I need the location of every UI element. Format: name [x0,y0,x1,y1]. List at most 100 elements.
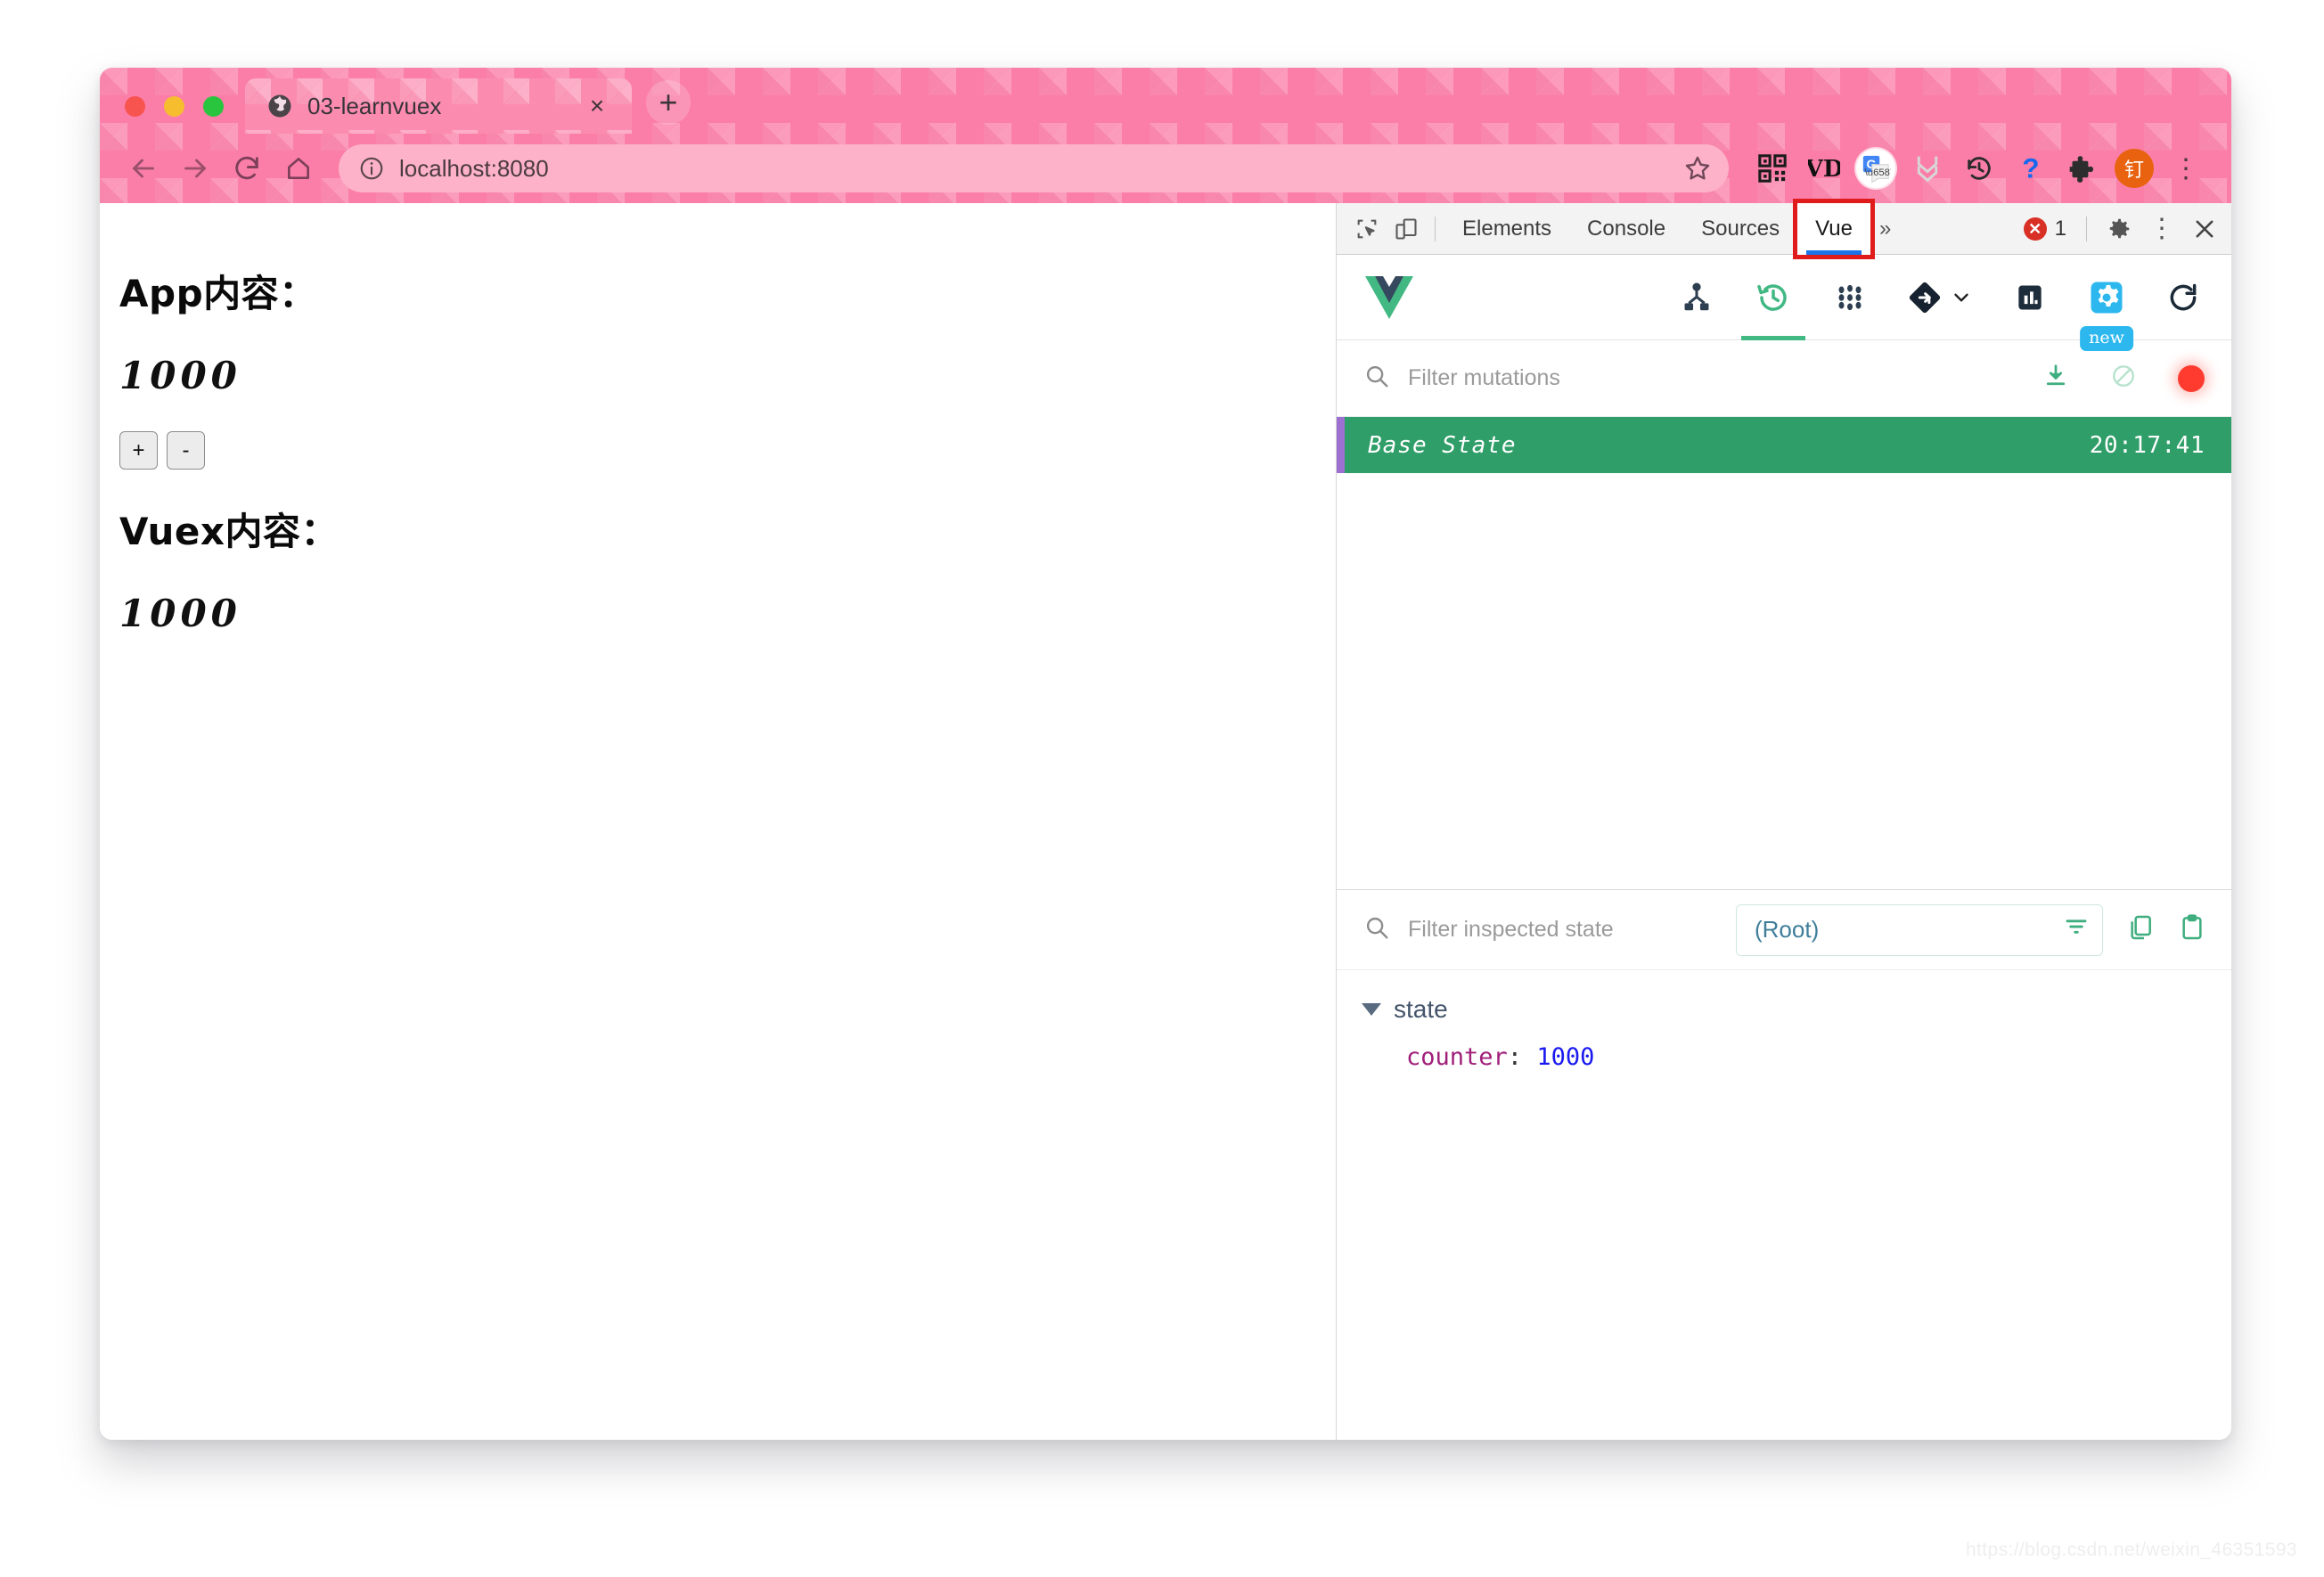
chevron-down-icon[interactable] [1362,1003,1381,1016]
browser-menu-icon[interactable]: ⋮ [2162,144,2210,192]
window-controls[interactable] [100,96,224,134]
devtools-tab-bar-actions: ✕ 1 ⋮ [2017,209,2224,249]
clear-ban-icon[interactable] [2110,363,2137,394]
reload-icon[interactable] [221,143,273,194]
state-colon: : [1507,1043,1523,1071]
web-page-viewport: App内容： 1000 + - Vuex内容： 1000 [100,203,1337,1440]
svg-text:?: ? [2022,153,2039,184]
puzzle-extensions-icon[interactable] [2058,144,2107,192]
browser-tab[interactable]: 03-learnvuex × [245,78,632,134]
vue-logo-icon [1363,274,1415,321]
inspect-element-icon[interactable] [1347,209,1387,249]
performance-chart-icon[interactable] [2005,271,2055,324]
watermark: https://blog.csdn.net/weixin_46351593 [1965,1540,2297,1560]
window-content: App内容： 1000 + - Vuex内容： 1000 Elements Co… [100,198,2231,1440]
history-clock-icon[interactable] [1955,144,2003,192]
qr-code-icon[interactable] [1748,144,1796,192]
state-inspector: Filter inspected state (Root) state coun… [1337,889,2231,1440]
gear-icon[interactable] [2099,209,2139,249]
clipboard-paste-icon[interactable] [2178,913,2206,946]
routing-icon[interactable] [1902,271,1978,324]
record-dot-icon[interactable] [2178,364,2205,392]
browser-toolbar: localhost:8080 VD G \u658 ? 钉 ⋮ [100,134,2231,203]
state-tree-root-label: state [1394,995,1448,1023]
error-count-value: 1 [2054,216,2066,241]
device-toolbar-icon[interactable] [1387,209,1426,249]
error-circle-icon: ✕ [2023,217,2047,241]
inspector-actions [2126,913,2206,946]
svg-text:\u6587: \u6587 [1865,168,1891,178]
state-value: 1000 [1536,1043,1595,1071]
mutation-name: Base State [1368,431,1517,459]
browser-chrome: 03-learnvuex × + localhost:8080 VD G \u6… [100,68,2231,203]
copy-icon[interactable] [2126,913,2155,946]
tab-strip: 03-learnvuex × + [100,68,2231,134]
google-translate-icon[interactable]: G \u6587 [1852,144,1900,192]
mutations-filter-bar: Filter mutations [1337,340,2231,417]
events-dots-icon[interactable] [1825,271,1875,324]
state-key: counter [1406,1043,1508,1071]
devtools-tab-bar: Elements Console Sources Vue » ✕ 1 ⋮ [1337,198,2231,259]
filter-lines-icon[interactable] [2063,913,2090,946]
close-icon[interactable] [2185,209,2224,249]
vd-downloader-icon[interactable]: VD [1800,144,1848,192]
state-tree-entry[interactable]: counter: 1000 [1406,1043,2231,1071]
state-tree: state counter: 1000 [1337,970,2231,1440]
forward-arrow-icon[interactable] [169,143,221,194]
vue-devtools-toolbar: new [1337,255,2231,351]
decrement-button[interactable]: - [167,431,205,470]
devtools-tab-sources[interactable]: Sources [1683,203,1797,255]
increment-button[interactable]: + [119,431,158,470]
counter-buttons: + - [119,431,1336,470]
dingtalk-icon[interactable]: 钉 [2110,144,2158,192]
search-icon [1363,363,1390,394]
inspector-scope-select[interactable]: (Root) [1736,903,2103,956]
mutations-list: Base State 20:17:41 [1337,417,2231,889]
devtools-tab-vue[interactable]: Vue [1793,198,1875,259]
components-tree-icon[interactable] [1672,271,1722,324]
actions-divider [2086,216,2087,241]
address-bar-url: localhost:8080 [399,154,549,182]
info-circle-icon[interactable] [358,155,385,182]
mutation-timestamp: 20:17:41 [2089,431,2205,459]
vuex-counter-value: 1000 [119,592,241,635]
globe-icon [266,93,293,119]
chevron-double-down-icon[interactable] [1903,144,1952,192]
inspector-scope-value: (Root) [1755,916,1820,943]
vuex-heading: Vuex内容： [119,510,339,553]
download-export-icon[interactable] [2042,363,2069,394]
browser-window: 03-learnvuex × + localhost:8080 VD G \u6… [100,68,2231,1440]
svg-text:VD: VD [1808,156,1840,183]
settings-gear-icon[interactable]: new [2080,271,2133,351]
refresh-icon[interactable] [2158,271,2208,324]
vuex-timetravel-icon[interactable] [1741,271,1805,340]
home-icon[interactable] [273,143,324,194]
devtools-tab-elements[interactable]: Elements [1444,203,1569,255]
mutations-actions [2042,363,2205,394]
app-heading: App内容： [119,272,317,315]
close-window-button[interactable] [125,96,145,117]
mutation-row[interactable]: Base State 20:17:41 [1337,417,2231,473]
toolbar-divider [1435,216,1436,241]
vue-toolbar-buttons: new [1672,271,2208,351]
address-bar[interactable]: localhost:8080 [339,144,1729,192]
devtools-tab-overflow-icon[interactable]: » [1870,217,1900,241]
bookmark-star-icon[interactable] [1682,153,1713,184]
tab-close-icon[interactable]: × [582,91,612,121]
help-question-icon[interactable]: ? [2007,144,2055,192]
inspector-filter-input[interactable]: Filter inspected state [1408,917,1614,943]
mutations-filter-input[interactable]: Filter mutations [1408,365,1560,391]
tab-title: 03-learnvuex [307,92,442,119]
new-tab-button[interactable]: + [646,80,691,125]
kebab-menu-icon[interactable]: ⋮ [2142,209,2181,249]
devtools-tab-console[interactable]: Console [1569,203,1683,255]
screenshot-root: 03-learnvuex × + localhost:8080 VD G \u6… [0,0,2324,1577]
app-counter-value: 1000 [119,354,241,397]
inspector-filter-bar: Filter inspected state (Root) [1337,890,2231,970]
search-icon [1363,914,1390,945]
error-count-badge[interactable]: ✕ 1 [2017,217,2074,241]
back-arrow-icon[interactable] [118,143,169,194]
maximize-window-button[interactable] [203,96,224,117]
minimize-window-button[interactable] [164,96,184,117]
state-tree-root[interactable]: state [1362,995,2231,1024]
